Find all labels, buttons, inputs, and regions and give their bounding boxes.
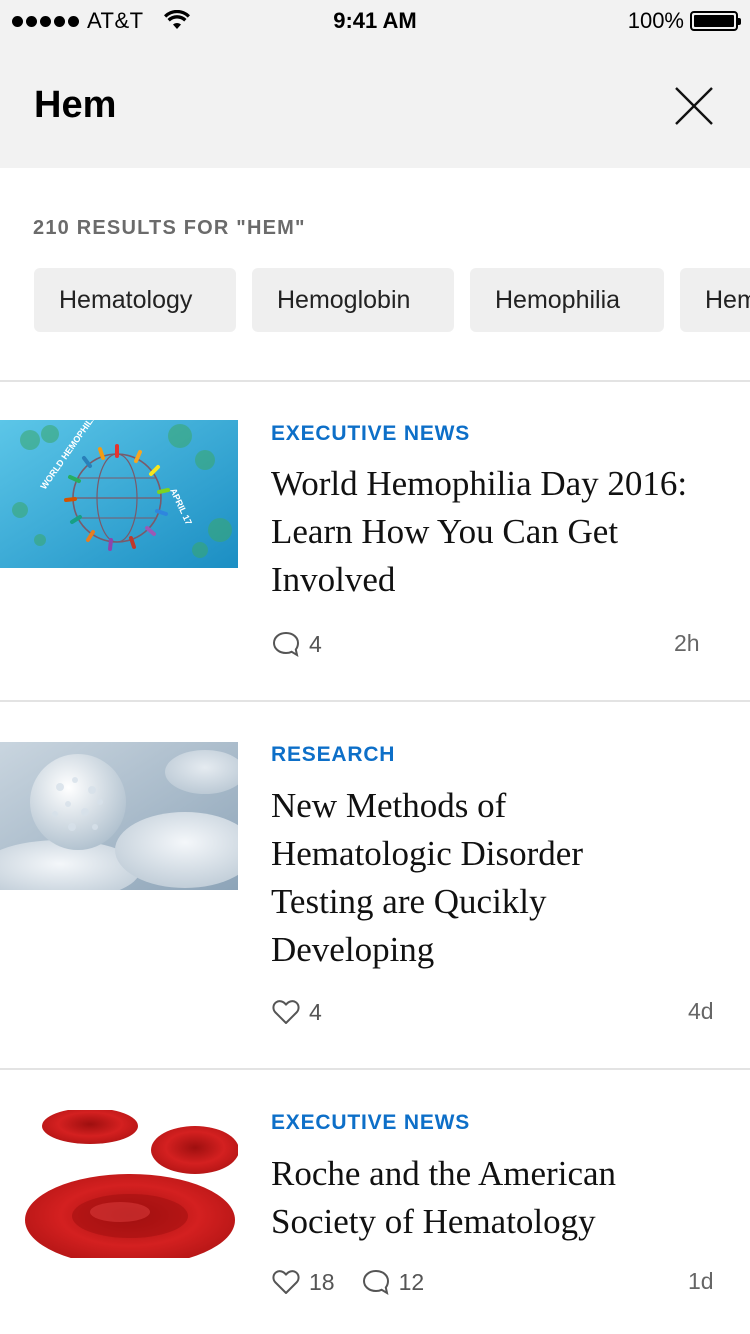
heart-icon bbox=[272, 1000, 300, 1024]
article-category[interactable]: EXECUTIVE NEWS bbox=[271, 1111, 470, 1135]
article-thumbnail bbox=[0, 742, 238, 890]
like-count[interactable]: 4 bbox=[271, 998, 322, 1026]
comment-count-value: 4 bbox=[309, 630, 322, 657]
article-thumbnail bbox=[0, 1110, 238, 1258]
status-right: 100% bbox=[627, 8, 741, 34]
results-count: 210 RESULTS FOR "HEM" bbox=[33, 217, 306, 239]
status-bar: AT&T 9:41 AM 100% bbox=[0, 0, 750, 40]
article-age: 4d bbox=[688, 998, 714, 1024]
article-headline[interactable]: Roche and the American Society of Hemato… bbox=[271, 1150, 671, 1246]
comment-count[interactable]: 12 bbox=[361, 1268, 425, 1296]
article-card[interactable]: RESEARCH New Methods of Hematologic Diso… bbox=[0, 742, 750, 1068]
comment-count[interactable]: 4 bbox=[271, 630, 322, 658]
divider bbox=[0, 1068, 750, 1070]
comment-count-value: 12 bbox=[398, 1268, 425, 1295]
battery-percent: 100% bbox=[627, 8, 684, 33]
article-thumbnail: WORLD HEMOPHILIA DAY APRIL 17 bbox=[0, 420, 238, 568]
battery-icon bbox=[690, 11, 741, 31]
article-meta: 4 bbox=[271, 630, 348, 658]
close-icon[interactable] bbox=[668, 80, 720, 132]
article-category[interactable]: EXECUTIVE NEWS bbox=[271, 422, 470, 446]
like-count-value: 4 bbox=[309, 998, 322, 1025]
suggestion-chips: Hematology Hemoglobin Hemophilia Hem bbox=[34, 268, 750, 332]
divider bbox=[0, 700, 750, 702]
chip-hem[interactable]: Hem bbox=[680, 268, 750, 332]
comment-icon bbox=[272, 631, 300, 658]
article-category[interactable]: RESEARCH bbox=[271, 743, 395, 767]
like-count[interactable]: 18 bbox=[271, 1268, 335, 1296]
article-meta: 18 12 bbox=[271, 1268, 450, 1296]
article-card[interactable]: EXECUTIVE NEWS Roche and the American So… bbox=[0, 1110, 750, 1334]
article-meta: 4 bbox=[271, 998, 348, 1026]
divider bbox=[0, 380, 750, 382]
chip-hemoglobin[interactable]: Hemoglobin bbox=[252, 268, 454, 332]
search-input[interactable]: Hem bbox=[34, 84, 116, 127]
search-header: Hem bbox=[0, 40, 750, 168]
article-card[interactable]: WORLD HEMOPHILIA DAY APRIL 17 EXECUTIVE … bbox=[0, 420, 750, 700]
heart-icon bbox=[272, 1270, 300, 1294]
comment-icon bbox=[362, 1269, 389, 1296]
article-headline[interactable]: New Methods of Hematologic Disorder Test… bbox=[271, 782, 631, 974]
chip-hematology[interactable]: Hematology bbox=[34, 268, 236, 332]
article-headline[interactable]: World Hemophilia Day 2016: Learn How You… bbox=[271, 460, 731, 604]
article-age: 2h bbox=[674, 630, 700, 656]
like-count-value: 18 bbox=[309, 1268, 335, 1295]
chip-hemophilia[interactable]: Hemophilia bbox=[470, 268, 664, 332]
article-age: 1d bbox=[688, 1268, 714, 1294]
